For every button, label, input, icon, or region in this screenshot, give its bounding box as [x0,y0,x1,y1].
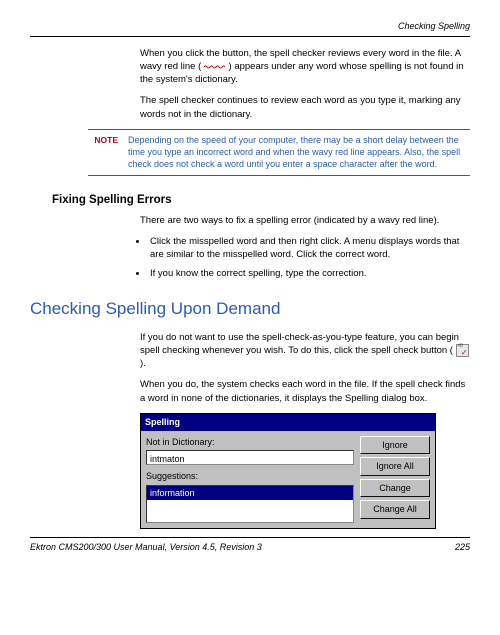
change-all-button[interactable]: Change All [360,500,430,519]
demand-heading: Checking Spelling Upon Demand [30,297,470,321]
note-rule-bottom [88,175,470,176]
footer-rule [30,537,470,538]
note-label: NOTE [88,134,128,170]
suggestions-listbox[interactable]: information [146,485,354,523]
fixing-intro: There are two ways to fix a spelling err… [140,214,470,227]
spellcheck-icon [456,344,469,357]
list-item: Click the misspelled word and then right… [148,235,470,262]
dialog-title: Spelling [141,414,435,431]
fixing-bullet-list: Click the misspelled word and then right… [148,235,470,281]
intro-paragraph-1: When you click the button, the spell che… [140,47,470,87]
intro-paragraph-2: The spell checker continues to review ea… [140,94,470,121]
page-number: 225 [455,541,470,554]
header-section-label: Checking Spelling [30,20,470,33]
change-button[interactable]: Change [360,479,430,498]
wavy-red-line-icon [204,63,226,69]
footer-manual-title: Ektron CMS200/300 User Manual, Version 4… [30,541,262,554]
header-rule [30,36,470,37]
list-item: If you know the correct spelling, type t… [148,267,470,280]
demand-paragraph-2: When you do, the system checks each word… [140,378,470,405]
not-in-dictionary-field[interactable]: intmaton [146,450,354,465]
suggestion-item-selected[interactable]: information [147,486,353,501]
demand-p1-text-a: If you do not want to use the spell-chec… [140,332,459,356]
ignore-button[interactable]: Ignore [360,436,430,455]
not-in-dictionary-label: Not in Dictionary: [146,436,354,449]
spelling-dialog: Spelling Not in Dictionary: intmaton Sug… [140,413,436,529]
page-footer: Ektron CMS200/300 User Manual, Version 4… [30,541,470,554]
note-block: NOTE Depending on the speed of your comp… [88,134,470,170]
suggestions-label: Suggestions: [146,470,354,483]
ignore-all-button[interactable]: Ignore All [360,457,430,476]
note-rule-top [88,129,470,130]
note-text: Depending on the speed of your computer,… [128,134,470,170]
demand-paragraph-1: If you do not want to use the spell-chec… [140,331,470,371]
fixing-heading: Fixing Spelling Errors [52,192,470,208]
demand-p1-text-b: ). [140,358,146,369]
